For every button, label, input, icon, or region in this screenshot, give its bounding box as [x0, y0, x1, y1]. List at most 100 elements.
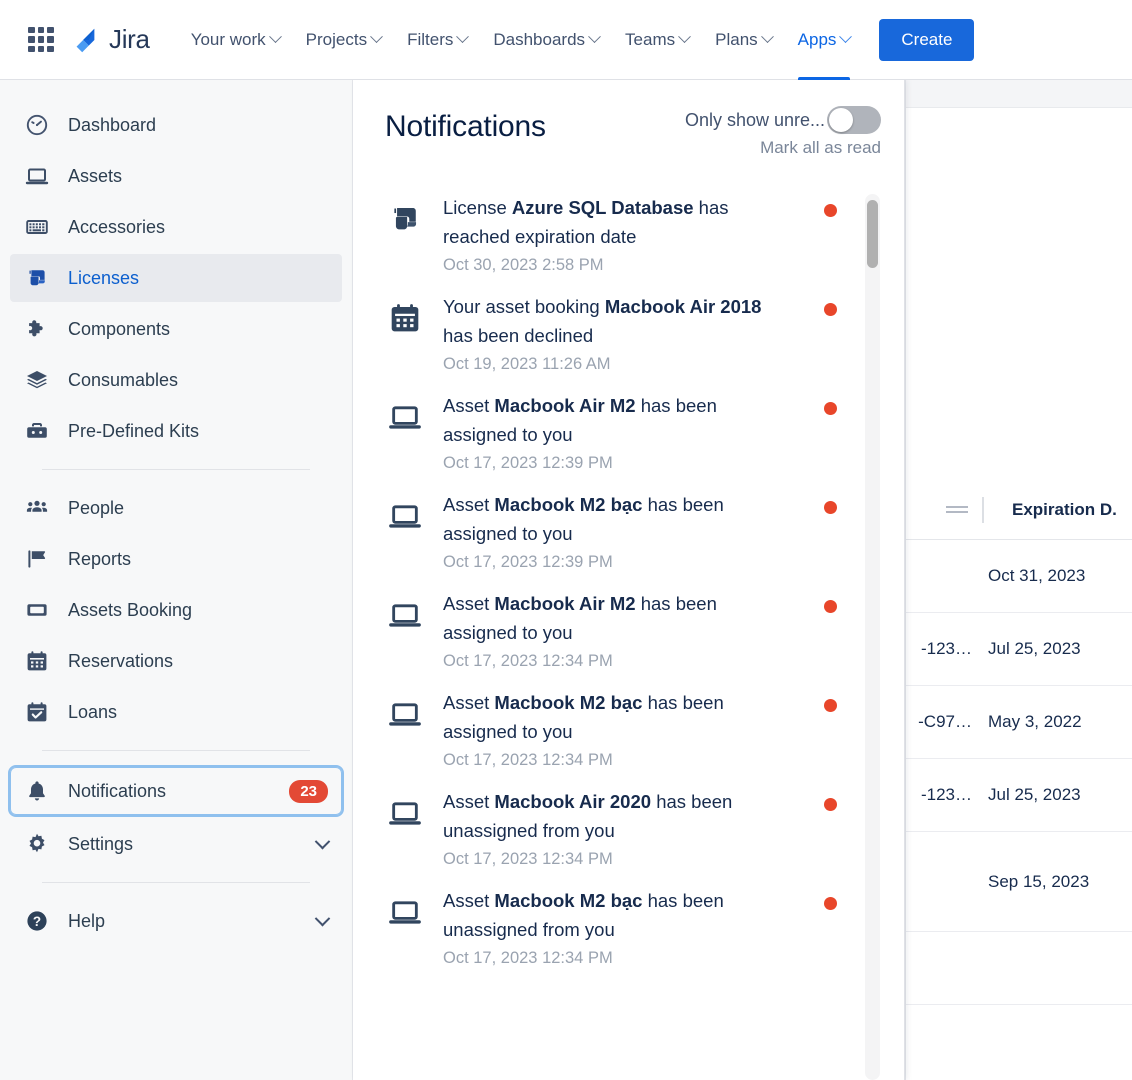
laptop-icon — [385, 491, 425, 574]
notification-subject: Macbook M2 bạc — [494, 494, 643, 515]
sidebar-item-reports[interactable]: Reports — [10, 535, 342, 583]
notification-prefix: Asset — [443, 692, 495, 713]
table-row[interactable] — [906, 932, 1132, 1005]
notifications-list[interactable]: License Azure SQL Database has reached e… — [353, 188, 905, 1080]
notifications-panel: Notifications Only show unre... Mark all… — [353, 80, 905, 1080]
sidebar-item-help[interactable]: ? Help — [10, 897, 342, 945]
sidebar-item-accessories[interactable]: Accessories — [10, 203, 342, 251]
nav-item-your-work[interactable]: Your work — [178, 0, 293, 80]
sidebar-item-label: Loans — [68, 701, 118, 722]
nav-item-plans[interactable]: Plans — [702, 0, 785, 80]
keyboard-icon — [24, 214, 50, 240]
table-row[interactable]: -123… Jul 25, 2023 — [906, 759, 1132, 832]
sidebar-item-consumables[interactable]: Consumables — [10, 356, 342, 404]
notification-prefix: License — [443, 197, 512, 218]
nav-item-filters[interactable]: Filters — [394, 0, 480, 80]
notification-body: Asset Macbook M2 bạc has been unassigned… — [443, 887, 845, 970]
sidebar-item-assets[interactable]: Assets — [10, 152, 342, 200]
gear-icon — [24, 831, 50, 857]
chevron-down-icon — [268, 30, 282, 44]
table-header-row: Expiration D. — [906, 480, 1132, 540]
table-row[interactable]: Sep 15, 2023 — [906, 832, 1132, 932]
notification-item[interactable]: Asset Macbook M2 bạc has been assigned t… — [385, 485, 845, 584]
only-unread-control[interactable]: Only show unre... — [685, 106, 881, 134]
notification-item[interactable]: Asset Macbook M2 bạc has been unassigned… — [385, 881, 845, 980]
chevron-down-icon — [456, 30, 470, 44]
notification-item[interactable]: Asset Macbook M2 bạc has been assigned t… — [385, 683, 845, 782]
notification-item[interactable]: Asset Macbook Air 2020 has been unassign… — [385, 782, 845, 881]
column-drag-handle-icon[interactable] — [946, 504, 968, 516]
sidebar-item-licenses[interactable]: Licenses — [10, 254, 342, 302]
nav-item-dashboards[interactable]: Dashboards — [480, 0, 612, 80]
laptop-icon — [385, 590, 425, 673]
toggle-knob — [829, 108, 853, 132]
sidebar-item-assets-booking[interactable]: Assets Booking — [10, 586, 342, 634]
mark-all-as-read-button[interactable]: Mark all as read — [760, 138, 881, 158]
nav-label: Plans — [715, 29, 758, 49]
chevron-down-icon — [678, 30, 691, 44]
sidebar-item-people[interactable]: People — [10, 484, 342, 532]
chevron-down-icon[interactable] — [314, 833, 331, 849]
table-row[interactable]: -123… Jul 25, 2023 — [906, 613, 1132, 686]
sidebar-item-label: Accessories — [68, 216, 166, 237]
table-row[interactable]: Oct 31, 2023 — [906, 540, 1132, 613]
notification-subject: Macbook M2 bạc — [494, 692, 643, 713]
notification-timestamp: Oct 17, 2023 12:34 PM — [443, 949, 613, 967]
sidebar-item-label: Pre-Defined Kits — [68, 420, 200, 441]
notification-prefix: Asset — [443, 395, 495, 416]
notification-item[interactable]: License Azure SQL Database has reached e… — [385, 188, 845, 287]
sidebar-item-label: Licenses — [68, 267, 140, 288]
app-switcher-grid-icon[interactable] — [28, 26, 54, 53]
nav-item-teams[interactable]: Teams — [612, 0, 702, 80]
notification-prefix: Asset — [443, 494, 495, 515]
nav-item-projects[interactable]: Projects — [293, 0, 394, 80]
chevron-down-icon[interactable] — [314, 910, 331, 926]
notification-text: Asset Macbook Air M2 has been assigned t… — [443, 392, 795, 449]
notification-text: Asset Macbook M2 bạc has been unassigned… — [443, 887, 795, 944]
nav-label: Projects — [305, 29, 368, 49]
notification-text: Asset Macbook Air 2020 has been unassign… — [443, 788, 795, 845]
only-unread-label: Only show unre... — [684, 109, 825, 130]
notification-timestamp: Oct 17, 2023 12:39 PM — [443, 553, 613, 571]
notification-suffix: has been declined — [443, 324, 594, 346]
sidebar-item-notifications[interactable]: Notifications 23 — [8, 765, 344, 817]
calendar-icon — [24, 648, 50, 674]
nav-item-apps[interactable]: Apps — [785, 0, 864, 80]
sidebar-item-label: Assets — [68, 165, 123, 186]
column-header-expiration-date[interactable]: Expiration D. — [1012, 500, 1117, 520]
column-resize-handle[interactable] — [982, 496, 984, 523]
scrollbar-thumb[interactable] — [867, 200, 878, 268]
notification-timestamp: Oct 17, 2023 12:34 PM — [443, 751, 613, 769]
unread-dot-icon — [824, 204, 837, 217]
app-root: Jira Your work Projects Filters Dashboar… — [0, 0, 1132, 1080]
laptop-icon — [385, 689, 425, 772]
notification-item[interactable]: Asset Macbook Air M2 has been assigned t… — [385, 584, 845, 683]
sidebar-item-reservations[interactable]: Reservations — [10, 637, 342, 685]
sidebar-item-components[interactable]: Components — [10, 305, 342, 353]
notification-subject: Macbook M2 bạc — [494, 890, 643, 911]
only-unread-toggle[interactable] — [827, 106, 881, 134]
jira-wordmark: Jira — [109, 24, 150, 54]
nav-label: Your work — [190, 29, 266, 49]
table-row[interactable]: -C97… May 3, 2022 — [906, 686, 1132, 759]
sidebar-item-dashboard[interactable]: Dashboard — [10, 101, 342, 149]
jira-logo[interactable]: Jira — [70, 24, 150, 55]
nav-label: Apps — [797, 29, 837, 49]
create-button[interactable]: Create — [879, 18, 975, 61]
laptop-icon — [24, 163, 50, 189]
notification-subject: Macbook Air M2 — [494, 395, 636, 416]
notifications-scrollbar[interactable] — [865, 194, 880, 1080]
sidebar-divider-1 — [42, 469, 310, 470]
svg-text:?: ? — [33, 914, 41, 929]
notification-item[interactable]: Asset Macbook Air M2 has been assigned t… — [385, 386, 845, 485]
sidebar-item-loans[interactable]: Loans — [10, 688, 342, 736]
notifications-badge: 23 — [289, 779, 328, 803]
bell-icon — [24, 778, 50, 804]
table-cell-expiration-date: Oct 31, 2023 — [988, 566, 1086, 585]
sidebar-item-label: Reports — [68, 548, 132, 569]
notification-timestamp: Oct 19, 2023 11:26 AM — [443, 355, 611, 373]
notification-item[interactable]: Your asset booking Macbook Air 2018 has … — [385, 287, 845, 386]
sidebar-item-pre-defined-kits[interactable]: Pre-Defined Kits — [10, 407, 342, 455]
chevron-down-icon — [760, 30, 774, 44]
sidebar-item-settings[interactable]: Settings — [10, 820, 342, 868]
